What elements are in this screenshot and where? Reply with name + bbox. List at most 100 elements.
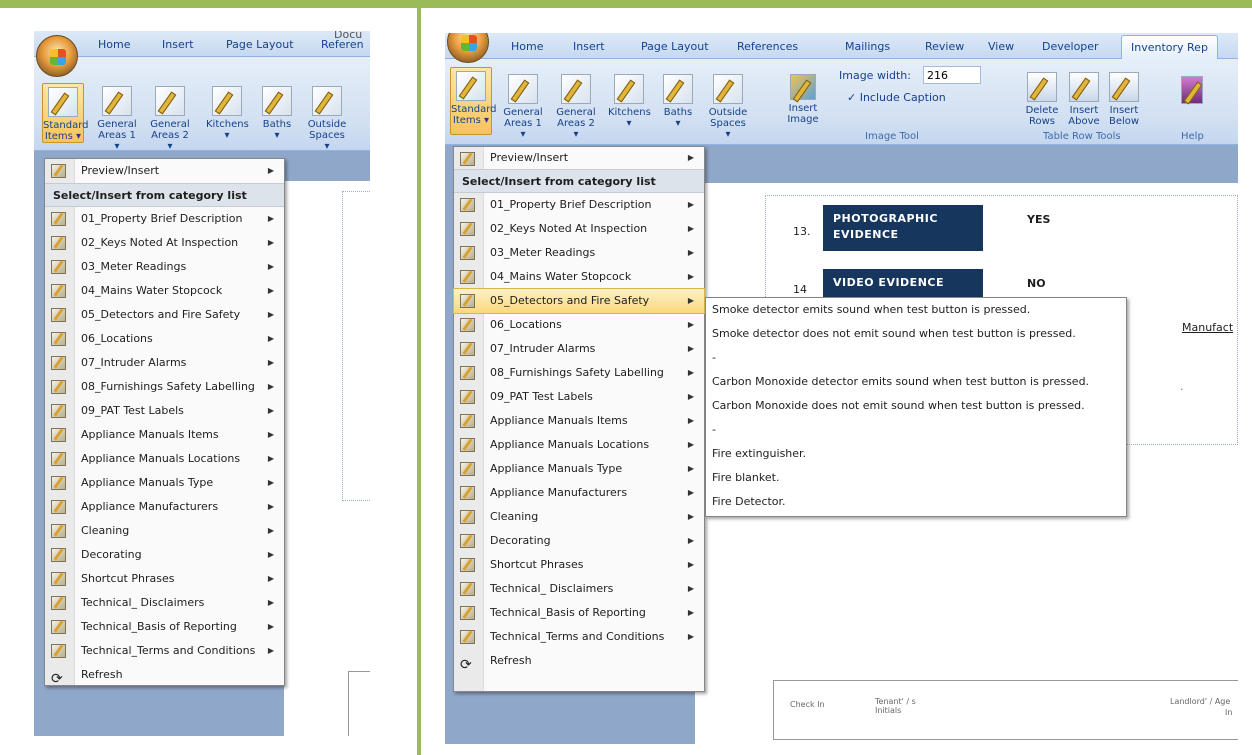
footer-check-in: Check In — [790, 700, 825, 709]
menu-item-03-meter-readings[interactable]: 03_Meter Readings ▶ — [45, 255, 284, 279]
menu-item-refresh[interactable]: ⟳ Refresh — [45, 663, 284, 687]
menu-item-refresh[interactable]: ⟳ Refresh — [454, 649, 704, 673]
button-label: Baths — [262, 119, 292, 130]
menu-item-01-property-brief-description[interactable]: 01_Property Brief Description ▶ — [45, 207, 284, 231]
menu-item-04-mains-water-stopcock[interactable]: 04_Mains Water Stopcock ▶ — [454, 265, 704, 289]
menu-item-07-intruder-alarms[interactable]: 07_Intruder Alarms ▶ — [454, 337, 704, 361]
menu-item-04-mains-water-stopcock[interactable]: 04_Mains Water Stopcock ▶ — [45, 279, 284, 303]
menu-item-cleaning[interactable]: Cleaning ▶ — [454, 505, 704, 529]
menu-item-05-detectors-and-fire-safety[interactable]: 05_Detectors and Fire Safety ▶ — [45, 303, 284, 327]
menu-item-cleaning[interactable]: Cleaning ▶ — [45, 519, 284, 543]
menu-item-preview-insert[interactable]: Preview/Insert ▶ — [454, 147, 704, 169]
submenu-arrow-icon: ▶ — [687, 416, 694, 425]
menu-item-06-locations[interactable]: 06_Locations ▶ — [454, 313, 704, 337]
help-button[interactable] — [1171, 73, 1213, 107]
menu-item-appliance-manuals-locations[interactable]: Appliance Manuals Locations ▶ — [45, 447, 284, 471]
menu-item-shortcut-phrases[interactable]: Shortcut Phrases ▶ — [45, 567, 284, 591]
tab-developer[interactable]: Developer — [1042, 40, 1099, 53]
menu-item-appliance-manuals-type[interactable]: Appliance Manuals Type ▶ — [454, 457, 704, 481]
category-icon — [51, 524, 66, 538]
menu-item-05-detectors-and-fire-safety[interactable]: 05_Detectors and Fire Safety ▶ — [453, 288, 705, 314]
submenu-arrow-icon: ▶ — [267, 262, 274, 271]
submenu-item[interactable]: Fire blanket. — [706, 466, 1126, 490]
tab-view[interactable]: View — [988, 40, 1014, 53]
submenu-arrow-icon: ▶ — [687, 440, 694, 449]
office-button[interactable] — [36, 35, 78, 77]
menu-item-label: 01_Property Brief Description — [81, 212, 243, 225]
button-label: Insert — [788, 103, 818, 114]
tab-insert[interactable]: Insert — [162, 38, 194, 51]
menu-item-06-locations[interactable]: 06_Locations ▶ — [45, 327, 284, 351]
menu-item-appliance-manuals-items[interactable]: Appliance Manuals Items ▶ — [45, 423, 284, 447]
delete-rows-button[interactable]: Delete Rows — [1021, 69, 1063, 127]
menu-item-technical-disclaimers[interactable]: Technical_ Disclaimers ▶ — [454, 577, 704, 601]
standard-items-button[interactable]: Standard Items ▾ — [42, 83, 89, 143]
kitchens-button[interactable]: Kitchens ▾ — [608, 71, 651, 129]
tab-page-layout[interactable]: Page Layout — [226, 38, 294, 51]
insert-image-button[interactable]: Insert Image — [782, 71, 824, 125]
menu-item-technical-disclaimers[interactable]: Technical_ Disclaimers ▶ — [45, 591, 284, 615]
category-icon — [460, 270, 475, 284]
tab-home[interactable]: Home — [511, 40, 543, 53]
menu-item-08-furnishings-safety-labelling[interactable]: 08_Furnishings Safety Labelling ▶ — [45, 375, 284, 399]
menu-item-09-pat-test-labels[interactable]: 09_PAT Test Labels ▶ — [45, 399, 284, 423]
menu-item-technical-terms-and-conditions[interactable]: Technical_Terms and Conditions ▶ — [454, 625, 704, 649]
menu-item-09-pat-test-labels[interactable]: 09_PAT Test Labels ▶ — [454, 385, 704, 409]
insert-above-icon — [1069, 72, 1099, 102]
general-areas-1-button[interactable]: General Areas 1 ▾ — [502, 71, 544, 140]
tab-review[interactable]: Review — [925, 40, 964, 53]
submenu-arrow-icon: ▶ — [687, 296, 694, 305]
submenu-item[interactable]: Fire extinguisher. — [706, 442, 1126, 466]
tab-home[interactable]: Home — [98, 38, 130, 51]
menu-item-03-meter-readings[interactable]: 03_Meter Readings ▶ — [454, 241, 704, 265]
menu-item-technical-basis-of-reporting[interactable]: Technical_Basis of Reporting ▶ — [45, 615, 284, 639]
general-areas-1-button[interactable]: General Areas 1 ▾ — [96, 83, 138, 152]
submenu-item[interactable]: Carbon Monoxide does not emit sound when… — [706, 394, 1126, 418]
baths-button[interactable]: Baths ▾ — [657, 71, 699, 129]
menu-item-technical-terms-and-conditions[interactable]: Technical_Terms and Conditions ▶ — [45, 639, 284, 663]
insert-above-button[interactable]: Insert Above — [1063, 69, 1105, 127]
submenu-item[interactable]: - — [706, 346, 1126, 370]
outside-spaces-button[interactable]: Outside Spaces ▾ — [306, 83, 348, 152]
button-label: Standard — [43, 120, 89, 131]
menu-item-shortcut-phrases[interactable]: Shortcut Phrases ▶ — [454, 553, 704, 577]
general-areas-2-button[interactable]: General Areas 2 ▾ — [555, 71, 597, 140]
submenu-item[interactable]: - — [706, 418, 1126, 442]
tab-inventory-report[interactable]: Inventory Rep — [1121, 35, 1218, 59]
menu-item-07-intruder-alarms[interactable]: 07_Intruder Alarms ▶ — [45, 351, 284, 375]
menu-item-preview-insert[interactable]: Preview/Insert ▶ — [45, 159, 284, 183]
submenu-item[interactable]: Smoke detector does not emit sound when … — [706, 322, 1126, 346]
kitchens-button[interactable]: Kitchens ▾ — [206, 83, 249, 141]
menu-item-decorating[interactable]: Decorating ▶ — [45, 543, 284, 567]
standard-items-button[interactable]: Standard Items ▾ — [450, 67, 497, 135]
menu-item-label: Preview/Insert — [81, 164, 160, 177]
tab-mailings[interactable]: Mailings — [845, 40, 890, 53]
baths-button[interactable]: Baths ▾ — [256, 83, 298, 141]
submenu-item[interactable]: Fire Detector. — [706, 490, 1126, 514]
tab-insert[interactable]: Insert — [573, 40, 605, 53]
image-width-input[interactable] — [923, 66, 981, 84]
menu-item-01-property-brief-description[interactable]: 01_Property Brief Description ▶ — [454, 193, 704, 217]
menu-item-appliance-manufacturers[interactable]: Appliance Manufacturers ▶ — [45, 495, 284, 519]
submenu-item[interactable]: Smoke detector emits sound when test but… — [706, 298, 1126, 322]
tab-references[interactable]: References — [737, 40, 798, 53]
menu-item-label: Appliance Manuals Type — [81, 476, 214, 489]
menu-item-appliance-manufacturers[interactable]: Appliance Manufacturers ▶ — [454, 481, 704, 505]
menu-item-08-furnishings-safety-labelling[interactable]: 08_Furnishings Safety Labelling ▶ — [454, 361, 704, 385]
menu-item-decorating[interactable]: Decorating ▶ — [454, 529, 704, 553]
insert-below-button[interactable]: Insert Below — [1103, 69, 1145, 127]
menu-item-appliance-manuals-type[interactable]: Appliance Manuals Type ▶ — [45, 471, 284, 495]
pencil-icon — [663, 74, 693, 104]
menu-item-appliance-manuals-locations[interactable]: Appliance Manuals Locations ▶ — [454, 433, 704, 457]
category-icon — [51, 572, 66, 586]
submenu-item[interactable]: Carbon Monoxide detector emits sound whe… — [706, 370, 1126, 394]
general-areas-2-button[interactable]: General Areas 2 ▾ — [149, 83, 191, 152]
submenu-arrow-icon: ▶ — [687, 464, 694, 473]
menu-item-02-keys-noted-at-inspection[interactable]: 02_Keys Noted At Inspection ▶ — [45, 231, 284, 255]
tab-page-layout[interactable]: Page Layout — [641, 40, 709, 53]
menu-item-technical-basis-of-reporting[interactable]: Technical_Basis of Reporting ▶ — [454, 601, 704, 625]
menu-item-appliance-manuals-items[interactable]: Appliance Manuals Items ▶ — [454, 409, 704, 433]
outside-spaces-button[interactable]: Outside Spaces ▾ — [707, 71, 749, 140]
menu-item-02-keys-noted-at-inspection[interactable]: 02_Keys Noted At Inspection ▶ — [454, 217, 704, 241]
include-caption-checkbox[interactable]: ✓ Include Caption — [847, 91, 946, 104]
